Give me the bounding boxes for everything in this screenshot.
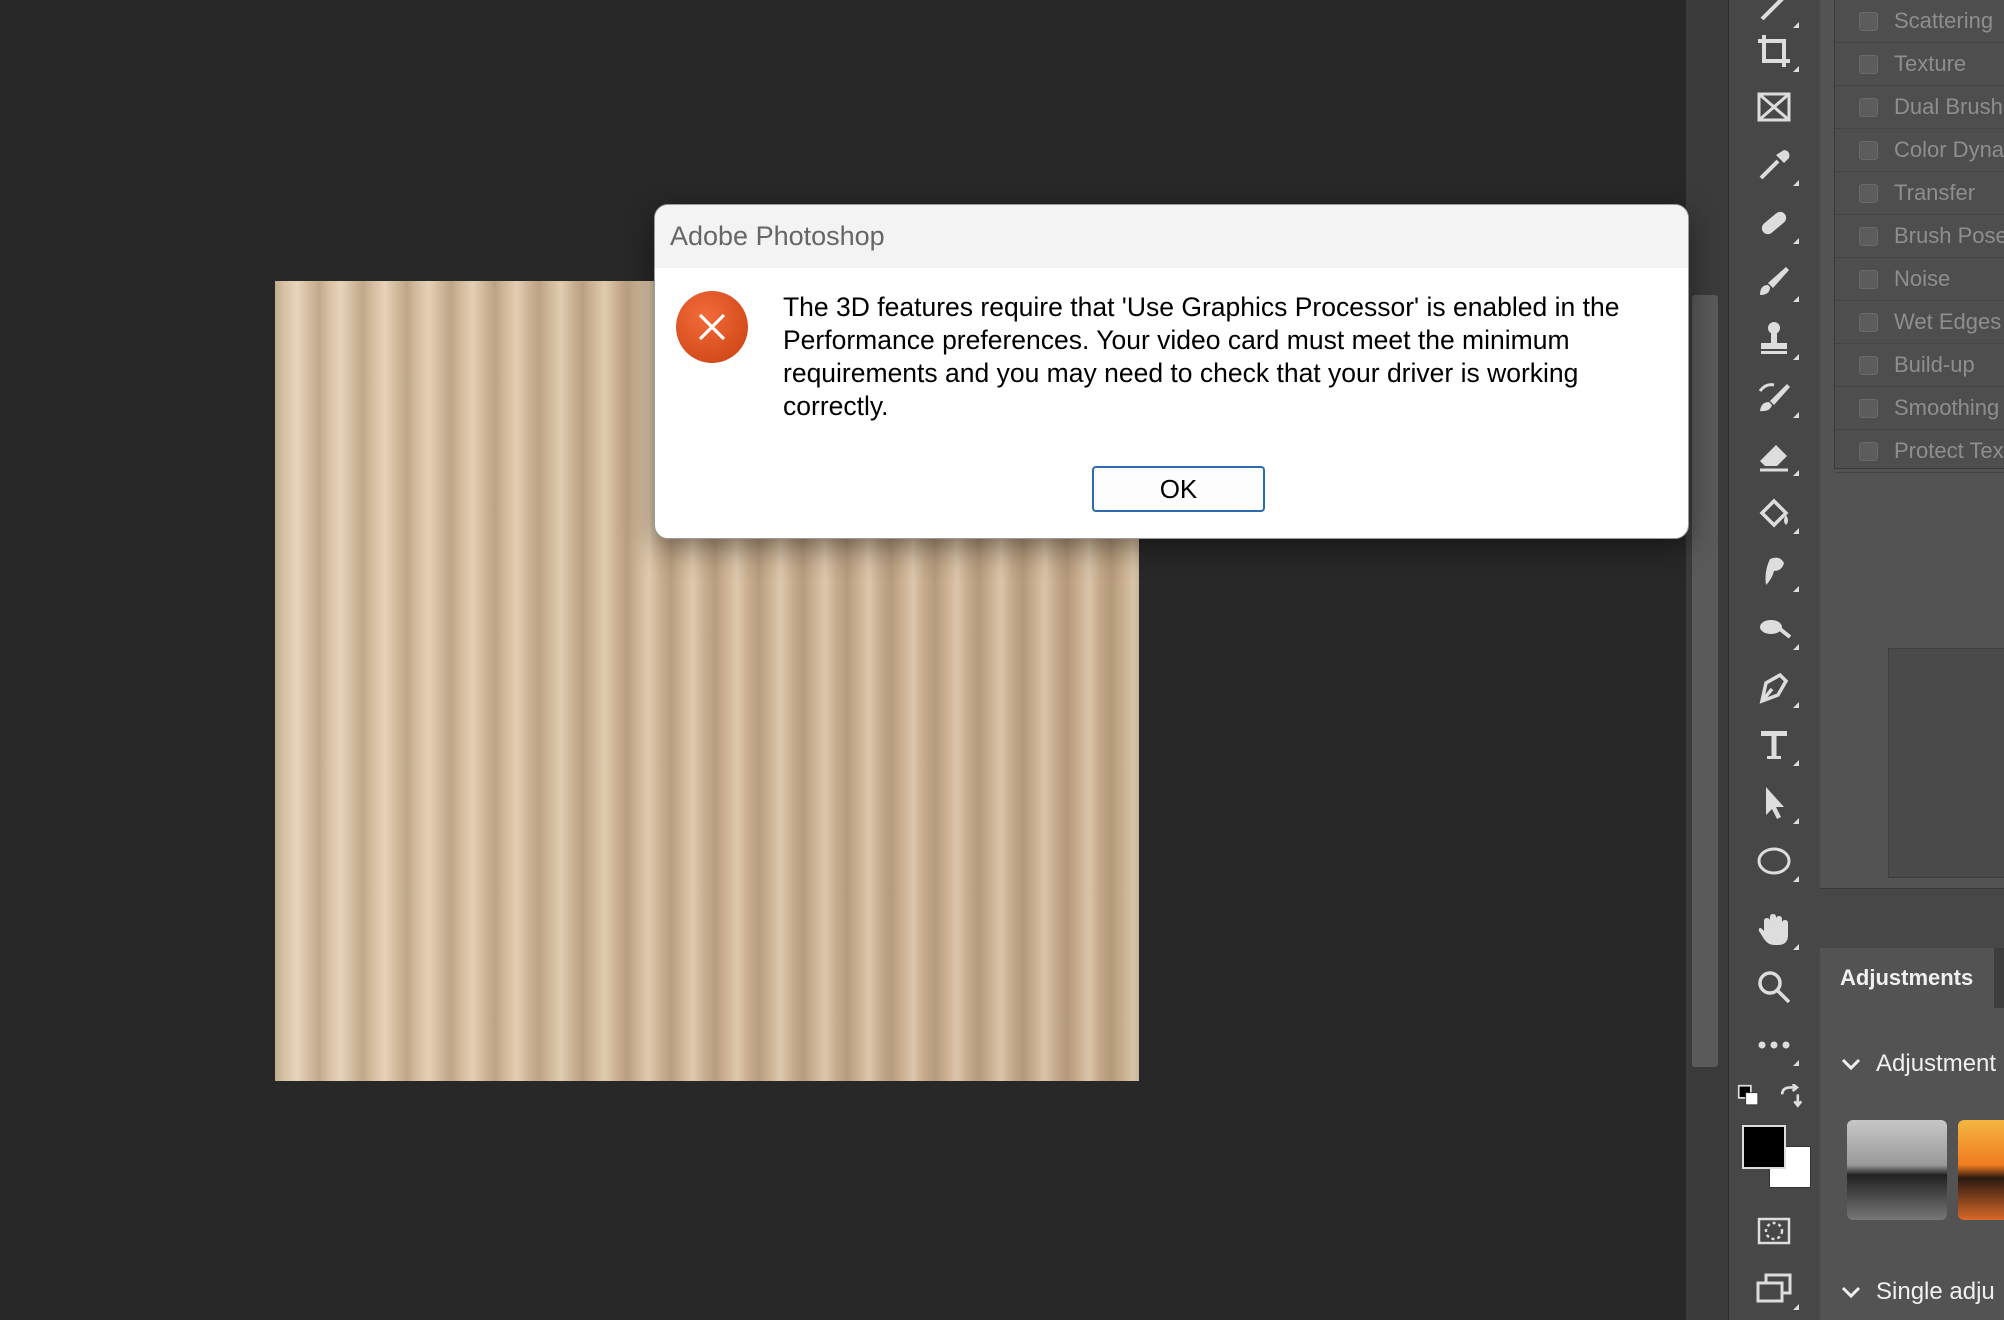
checkbox[interactable]: [1859, 97, 1878, 117]
error-icon: [676, 291, 748, 363]
chevron-down-icon: [1841, 1058, 1861, 1071]
single-adjustments-header[interactable]: Single adju: [1840, 1278, 1995, 1306]
adjustments-tab-bar: Adjustments: [1820, 948, 2004, 1008]
brush-option[interactable]: Smoothing: [1835, 387, 2004, 430]
checkbox[interactable]: [1859, 355, 1878, 375]
panel-divider: [1820, 888, 2004, 949]
crop-icon[interactable]: [1745, 26, 1803, 76]
clone-stamp-icon[interactable]: [1745, 314, 1803, 364]
tools-panel: [1728, 0, 1821, 1320]
brush-option[interactable]: Protect Textu: [1835, 430, 2004, 473]
tab-adjustments[interactable]: Adjustments: [1820, 948, 1994, 1008]
adjustment-presets-header[interactable]: Adjustment: [1840, 1050, 1996, 1078]
ellipse-icon[interactable]: [1745, 836, 1803, 886]
frame-icon[interactable]: [1745, 82, 1803, 132]
swap-colors-icon[interactable]: [1775, 1082, 1805, 1112]
healing-brush-icon[interactable]: [1745, 198, 1803, 248]
brush-option[interactable]: Dual Brush: [1835, 86, 2004, 129]
brush-option[interactable]: Transfer: [1835, 172, 2004, 215]
scrollbar-thumb[interactable]: [1692, 295, 1718, 1067]
history-brush-icon[interactable]: [1745, 372, 1803, 422]
brush-option[interactable]: Wet Edges: [1835, 301, 2004, 344]
more-tools-icon[interactable]: [1745, 1020, 1803, 1070]
brush-settings-list: Scattering Texture Dual Brush Color Dyna…: [1834, 0, 2004, 473]
checkbox[interactable]: [1859, 269, 1878, 289]
brush-icon[interactable]: [1745, 256, 1803, 306]
path-selection-icon[interactable]: [1745, 778, 1803, 828]
checkbox[interactable]: [1859, 11, 1878, 31]
zoom-icon[interactable]: [1745, 962, 1803, 1012]
foreground-color-swatch[interactable]: [1742, 1125, 1786, 1169]
adjustment-preset-thumbnail[interactable]: [1958, 1120, 2004, 1220]
hand-icon[interactable]: [1745, 904, 1803, 954]
chevron-down-icon: [1841, 1286, 1861, 1299]
default-colors-icon[interactable]: [1735, 1082, 1765, 1112]
dodge-icon[interactable]: [1745, 604, 1803, 654]
right-panel: Scattering Texture Dual Brush Color Dyna…: [1820, 0, 2004, 1320]
brush-option[interactable]: Noise: [1835, 258, 2004, 301]
ok-button[interactable]: OK: [1092, 466, 1265, 512]
checkbox[interactable]: [1859, 312, 1878, 332]
adjustment-preset-thumbnail[interactable]: [1847, 1120, 1947, 1220]
type-icon[interactable]: [1745, 720, 1803, 770]
dialog-title: Adobe Photoshop: [655, 205, 1688, 268]
brush-option[interactable]: Build-up: [1835, 344, 2004, 387]
checkbox[interactable]: [1859, 140, 1878, 160]
eyedropper-icon[interactable]: [1745, 140, 1803, 190]
screen-mode-icon[interactable]: [1745, 1264, 1803, 1314]
pen-icon[interactable]: [1745, 662, 1803, 712]
checkbox[interactable]: [1859, 183, 1878, 203]
brush-option[interactable]: Brush Pose: [1835, 215, 2004, 258]
eraser-icon[interactable]: [1745, 430, 1803, 480]
quick-mask-icon[interactable]: [1745, 1206, 1803, 1256]
checkbox[interactable]: [1859, 226, 1878, 246]
checkbox[interactable]: [1859, 398, 1878, 418]
alert-dialog: Adobe Photoshop The 3D features require …: [654, 204, 1689, 539]
brush-option[interactable]: Color Dynami: [1835, 129, 2004, 172]
brush-option[interactable]: Texture: [1835, 43, 2004, 86]
checkbox[interactable]: [1859, 54, 1878, 74]
smudge-icon[interactable]: [1745, 546, 1803, 596]
dialog-message: The 3D features require that 'Use Graphi…: [783, 292, 1620, 421]
brush-stroke-preview: [1888, 648, 2004, 878]
checkbox[interactable]: [1859, 441, 1878, 461]
brush-option[interactable]: Scattering: [1835, 0, 2004, 43]
paint-bucket-icon[interactable]: [1745, 488, 1803, 538]
